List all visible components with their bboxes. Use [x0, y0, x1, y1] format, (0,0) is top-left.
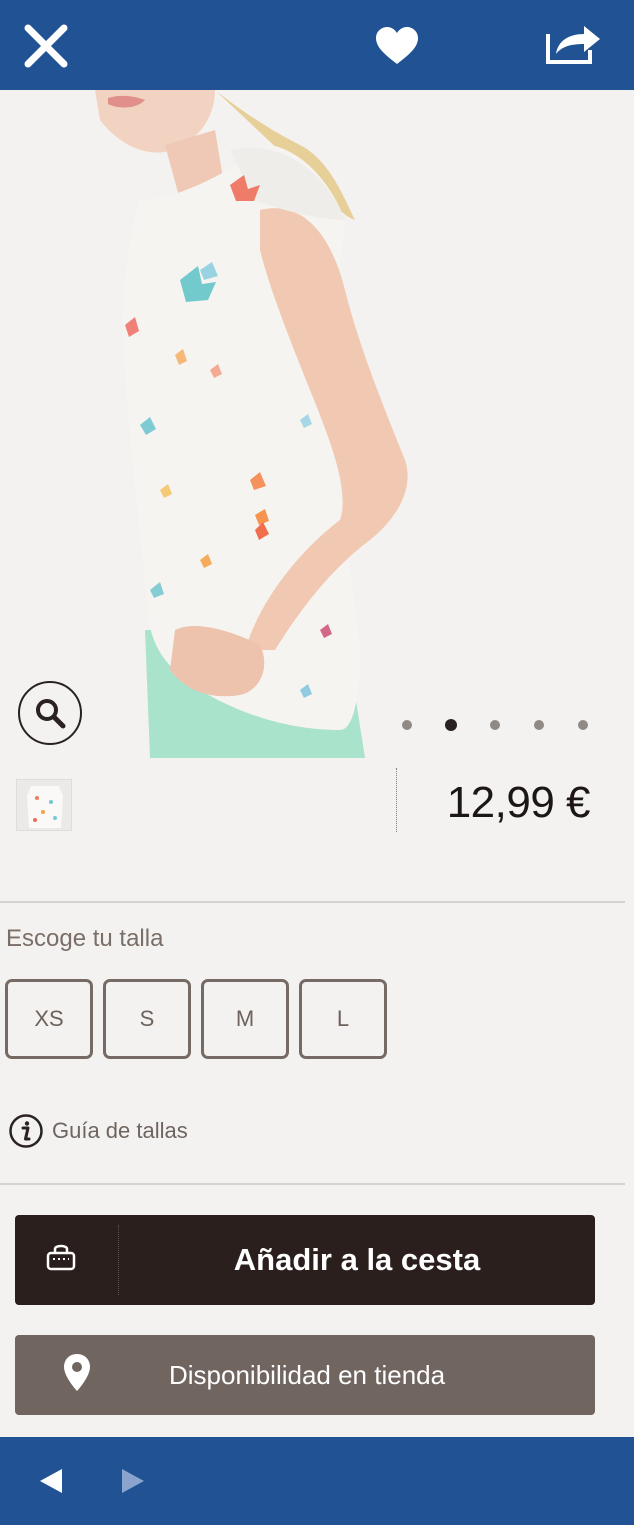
divider [0, 1183, 625, 1185]
product-image[interactable] [0, 90, 634, 758]
add-to-cart-label: Añadir a la cesta [233, 1242, 481, 1277]
zoom-button[interactable] [18, 681, 82, 745]
product-photo [0, 90, 634, 758]
pagination-dot[interactable] [534, 720, 544, 730]
size-option-m[interactable]: M [201, 979, 289, 1059]
store-availability-button[interactable]: Disponibilidad en tienda [15, 1335, 595, 1415]
store-availability-label: Disponibilidad en tienda [169, 1359, 446, 1390]
divider [0, 901, 625, 903]
size-guide-label: Guía de tallas [52, 1118, 188, 1143]
info-icon [9, 1114, 43, 1148]
map-pin-icon [64, 1354, 90, 1391]
heart-icon[interactable] [374, 26, 420, 66]
size-option-s[interactable]: S [103, 979, 191, 1059]
search-icon [36, 699, 66, 729]
image-pagination [398, 719, 598, 732]
close-icon[interactable] [22, 22, 70, 70]
size-option-xs[interactable]: XS [5, 979, 93, 1059]
pagination-dot[interactable] [402, 720, 412, 730]
add-to-cart-button[interactable]: Añadir a la cesta [15, 1215, 595, 1305]
pagination-dot[interactable] [490, 720, 500, 730]
size-guide-link[interactable]: Guía de tallas [8, 1113, 188, 1149]
pagination-dot[interactable] [578, 720, 588, 730]
product-thumbnail[interactable] [16, 779, 72, 831]
price-divider [396, 768, 397, 832]
triangle-left-icon[interactable] [38, 1467, 64, 1495]
triangle-right-icon[interactable] [120, 1467, 146, 1495]
size-option-l[interactable]: L [299, 979, 387, 1059]
pagination-dot-active[interactable] [445, 719, 457, 731]
share-icon[interactable] [542, 20, 602, 66]
shopping-bag-icon [46, 1244, 76, 1271]
thumbnail-image [17, 780, 71, 830]
product-price: 12,99 € [446, 778, 591, 827]
bottom-navigation-bar [0, 1437, 634, 1525]
size-selector-title: Escoge tu talla [6, 925, 164, 952]
top-bar [0, 0, 634, 90]
